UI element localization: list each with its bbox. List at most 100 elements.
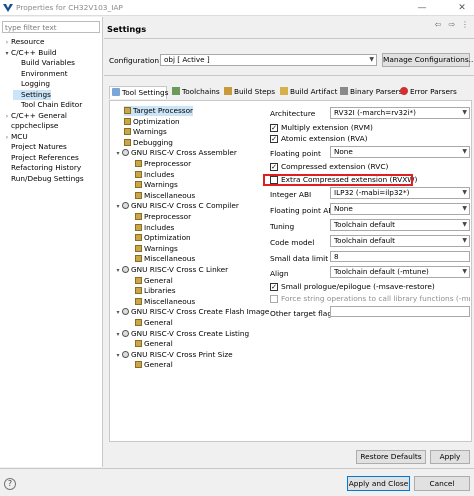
integer-abi-select[interactable]: ILP32 (-mabi=ilp32*) ▼: [330, 187, 470, 199]
tool-tree-item[interactable]: Optimization: [124, 117, 180, 127]
tool-tree-item[interactable]: Includes: [135, 223, 174, 233]
tool-tree-item[interactable]: General: [135, 276, 173, 286]
chevron-down-icon: ▼: [462, 221, 467, 228]
sidebar-item[interactable]: Build Variables: [13, 58, 75, 68]
apply-button[interactable]: Apply: [430, 450, 470, 464]
small-prologue-checkbox[interactable]: ✓: [270, 283, 278, 291]
tool-tree-label: Libraries: [144, 286, 176, 296]
chevron-down-icon: ▼: [462, 237, 467, 244]
tuning-select[interactable]: Toolchain default ▼: [330, 219, 470, 231]
tab-build-artifact[interactable]: Build Artifact: [278, 86, 338, 99]
help-icon[interactable]: ?: [4, 478, 16, 490]
tool-tree-item[interactable]: ▾ GNU RISC-V Cross Create Flash Image: [114, 307, 269, 317]
tab-label: Build Artifact: [290, 87, 338, 96]
sidebar-item[interactable]: › MCU: [3, 132, 28, 142]
tool-gear-icon: [122, 308, 129, 316]
architecture-select[interactable]: RV32I (-march=rv32i*) ▼: [330, 107, 470, 119]
chevron-right-icon[interactable]: ›: [3, 38, 11, 48]
tool-tree-item[interactable]: Libraries: [135, 286, 176, 296]
tab-binary-parsers[interactable]: Binary Parsers: [338, 86, 402, 99]
chevron-right-icon[interactable]: ›: [3, 133, 11, 143]
sidebar-item[interactable]: Run/Debug Settings: [3, 174, 84, 184]
architecture-label: Architecture: [270, 109, 316, 118]
sidebar-item[interactable]: Project References: [3, 153, 79, 163]
tool-tree-item[interactable]: Warnings: [135, 244, 178, 254]
tool-tree-item[interactable]: Warnings: [135, 180, 178, 190]
filter-input[interactable]: type filter text: [2, 21, 100, 33]
other-target-flags-input[interactable]: [330, 306, 470, 317]
sidebar-item[interactable]: cppcheclipse: [3, 121, 58, 131]
chevron-down-icon[interactable]: ▾: [3, 49, 11, 59]
close-icon[interactable]: ✕: [452, 0, 472, 16]
chevron-down-icon[interactable]: ▾: [114, 202, 122, 212]
small-data-limit-input[interactable]: 8: [330, 251, 470, 262]
tool-tree-label: Miscellaneous: [144, 190, 196, 200]
compressed-ext-checkbox[interactable]: ✓: [270, 163, 278, 171]
tool-tree-item[interactable]: Debugging: [124, 138, 173, 148]
tab-toolchains[interactable]: Toolchains: [170, 86, 220, 99]
sidebar-item[interactable]: Environment: [13, 69, 68, 79]
tool-tree-label: GNU RISC-V Cross Create Flash Image: [131, 307, 270, 317]
tool-tree-item[interactable]: Miscellaneous: [135, 191, 195, 201]
option-category-icon: [135, 276, 142, 284]
sidebar-item[interactable]: ▾ C/C++ Build: [3, 48, 56, 59]
chevron-down-icon: ▼: [462, 268, 467, 275]
tool-tree-item[interactable]: Miscellaneous: [135, 254, 195, 264]
tool-tree-item[interactable]: Miscellaneous: [135, 297, 195, 307]
apply-and-close-button[interactable]: Apply and Close: [347, 476, 410, 491]
tool-tree-label: General: [144, 318, 173, 327]
sidebar-item[interactable]: Logging: [13, 79, 50, 89]
floating-point-select[interactable]: None ▼: [330, 146, 470, 158]
tool-tree-item[interactable]: ▾ GNU RISC-V Cross Print Size: [114, 350, 232, 361]
tool-tree-item[interactable]: ▾ GNU RISC-V Cross C Linker: [114, 265, 228, 275]
code-model-select[interactable]: Toolchain default ▼: [330, 235, 470, 247]
view-menu-icon[interactable]: ⋮: [459, 19, 471, 31]
tool-tree-item[interactable]: ▾ GNU RISC-V Cross Create Listing: [114, 329, 249, 339]
chevron-down-icon[interactable]: ▾: [114, 266, 122, 276]
minimize-button[interactable]: —: [412, 0, 432, 16]
sidebar-item[interactable]: Refactoring History: [3, 163, 81, 173]
chevron-down-icon[interactable]: ▾: [114, 330, 122, 340]
tool-tree-item[interactable]: Includes: [135, 170, 174, 180]
tool-tree-label: Preprocessor: [144, 212, 192, 221]
manage-configurations-button[interactable]: Manage Configurations...: [382, 53, 474, 67]
float-abi-value: None: [334, 204, 353, 213]
tab-label: Binary Parsers: [350, 87, 403, 96]
multiply-ext-checkbox[interactable]: ✓: [270, 124, 278, 132]
integer-abi-label: Integer ABI: [270, 190, 312, 199]
tool-tree-item[interactable]: ▾ GNU RISC-V Cross C Compiler: [114, 201, 238, 212]
tool-tree-item[interactable]: General: [135, 360, 173, 370]
forward-arrow-icon[interactable]: ⇨: [446, 19, 458, 31]
tab-error-parsers[interactable]: Error Parsers: [398, 86, 457, 99]
align-select[interactable]: Toolchain default (-mtune) ▼: [330, 266, 470, 278]
tool-tree-item[interactable]: Target Processor: [124, 106, 194, 116]
sidebar-item[interactable]: Tool Chain Editor: [13, 100, 82, 110]
restore-defaults-button[interactable]: Restore Defaults: [356, 450, 426, 464]
sidebar-item[interactable]: › C/C++ General: [3, 111, 67, 121]
tool-gear-icon: [122, 329, 129, 337]
cancel-button[interactable]: Cancel: [414, 476, 470, 491]
tab-tool-settings[interactable]: Tool Settings: [109, 86, 168, 99]
tool-tree-item[interactable]: Preprocessor: [135, 159, 191, 169]
force-string-checkbox[interactable]: [270, 295, 278, 303]
sidebar-item[interactable]: › Resource: [3, 37, 45, 48]
float-abi-select[interactable]: None ▼: [330, 203, 470, 215]
chevron-down-icon[interactable]: ▾: [114, 308, 122, 318]
chevron-right-icon[interactable]: ›: [3, 112, 11, 122]
tool-tree-item[interactable]: General: [135, 318, 173, 328]
configuration-select[interactable]: obj [ Active ] ▼: [160, 54, 377, 66]
tool-tree-item[interactable]: Optimization: [135, 233, 191, 243]
tab-build-steps[interactable]: Build Steps: [222, 86, 276, 99]
tool-tree-item[interactable]: Warnings: [124, 127, 167, 137]
integer-abi-value: ILP32 (-mabi=ilp32*): [334, 188, 410, 197]
sidebar-item[interactable]: Settings: [13, 89, 51, 100]
tool-tree-item[interactable]: General: [135, 339, 173, 349]
chevron-down-icon[interactable]: ▾: [114, 149, 122, 159]
tool-tree-item[interactable]: Preprocessor: [135, 212, 191, 222]
chevron-down-icon[interactable]: ▾: [114, 351, 122, 361]
sidebar-item[interactable]: Project Natures: [3, 142, 67, 152]
back-arrow-icon[interactable]: ⇦: [432, 19, 444, 31]
atomic-ext-checkbox[interactable]: ✓: [270, 135, 278, 143]
option-category-icon: [135, 340, 142, 348]
tool-tree-item[interactable]: ▾ GNU RISC-V Cross Assembler: [114, 148, 236, 159]
